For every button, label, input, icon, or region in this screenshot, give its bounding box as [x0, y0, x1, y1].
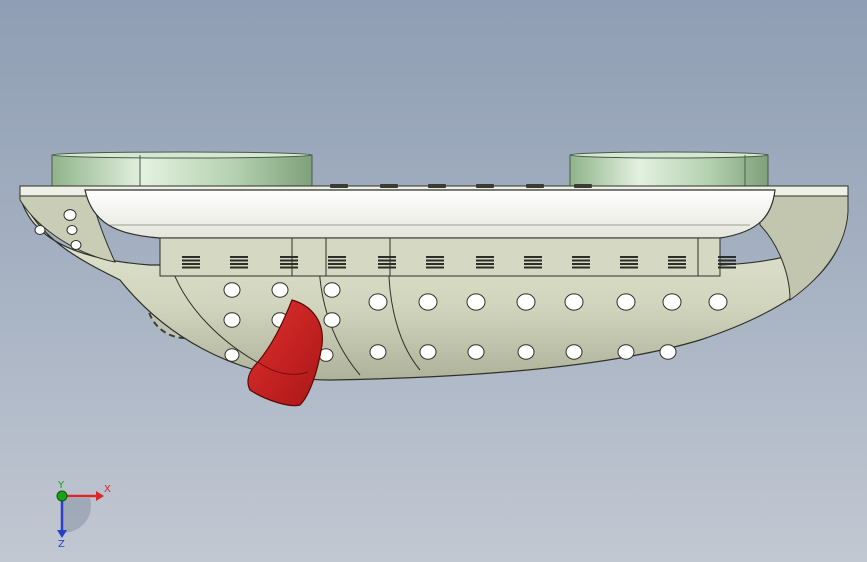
top-vent-slot [428, 184, 446, 188]
band-vent-slot [718, 263, 736, 265]
band-vent-slot [426, 256, 444, 258]
band-vent-slot [668, 259, 686, 262]
perforation-hole [659, 344, 677, 360]
band-vent-slot [328, 259, 346, 262]
band-vent-slot [718, 266, 736, 269]
perforation-hole [223, 282, 241, 298]
band-vent-slot [280, 259, 298, 262]
z-axis-arrowhead [57, 530, 67, 538]
perforation-hole [662, 293, 682, 311]
band-vent-slot [328, 266, 346, 269]
y-axis-dot [56, 490, 68, 502]
band-vent-slot [572, 259, 590, 262]
y-axis-label: Y [57, 480, 65, 491]
perforation-hole [66, 225, 78, 235]
band-vent-slot [524, 256, 542, 258]
band-vent-slot [620, 259, 638, 262]
top-vent-slot [330, 184, 348, 188]
coordinate-triad: X Y Z [56, 480, 111, 548]
band-vent-slot [718, 259, 736, 262]
band-vent-slot [476, 256, 494, 258]
band-vent-slot [280, 266, 298, 269]
band-vent-slot [668, 263, 686, 265]
band-vent-slot [426, 263, 444, 265]
band-vent-slot [524, 259, 542, 262]
band-vent-slot [718, 256, 736, 258]
perforation-hole [323, 282, 341, 298]
perforation-hole [271, 282, 289, 298]
top-vent-slot [380, 184, 398, 188]
band-vent-slot [426, 259, 444, 262]
perforation-hole [565, 344, 583, 360]
band-vent-slot [620, 263, 638, 265]
band-vent-slot [476, 263, 494, 265]
band-vent-slot [182, 256, 200, 258]
x-axis-label: X [104, 484, 111, 495]
perforation-hole [516, 293, 536, 311]
band-vent-slot [524, 266, 542, 269]
band-vent-slot [620, 266, 638, 269]
perforation-hole [616, 293, 636, 311]
perforation-hole [617, 344, 635, 360]
band-vent-slot [572, 263, 590, 265]
band-vent-slot [378, 266, 396, 269]
perforation-hole [708, 293, 728, 311]
cad-viewport[interactable]: X Y Z [0, 0, 867, 562]
perforation-hole [323, 312, 341, 328]
top-plate[interactable] [19, 185, 849, 239]
perforation-hole [63, 209, 77, 221]
perforation-hole [466, 293, 486, 311]
band-vent-slot [426, 266, 444, 269]
perforation-hole [418, 293, 438, 311]
band-vent-slot [378, 256, 396, 258]
band-vent-slot [328, 263, 346, 265]
band-vent-slot [476, 266, 494, 269]
band-vent-slot [668, 256, 686, 258]
band-vent-slot [230, 259, 248, 262]
z-axis-label: Z [58, 539, 65, 548]
perforation-hole [70, 240, 82, 250]
x-axis-arrowhead [96, 491, 104, 501]
perforation-hole [368, 293, 388, 311]
band-vent-slot [280, 263, 298, 265]
perforation-hole [369, 344, 387, 360]
perforation-hole [419, 344, 437, 360]
top-vent-slot [476, 184, 494, 188]
band-vent-slot [378, 263, 396, 265]
band-vent-slot [328, 256, 346, 258]
3d-model-view[interactable] [0, 0, 867, 562]
band-vent-slot [572, 266, 590, 269]
band-vent-slot [182, 259, 200, 262]
band-vent-slot [230, 266, 248, 269]
band-vent-slot [230, 256, 248, 258]
band-vent-slot [572, 256, 590, 258]
top-vent-slot [526, 184, 544, 188]
band-vent-slot [668, 266, 686, 269]
band-vent-slot [230, 263, 248, 265]
band-vent-slot [280, 256, 298, 258]
perforation-hole [34, 225, 46, 235]
band-vent-slot [182, 263, 200, 265]
top-vent-slot [574, 184, 592, 188]
perforation-hole [564, 293, 584, 311]
perforation-hole [224, 348, 240, 362]
band-vent-slot [476, 259, 494, 262]
band-vent-slot [620, 256, 638, 258]
perforation-hole [467, 344, 485, 360]
band-vent-slot [182, 266, 200, 269]
perforation-hole [223, 312, 241, 328]
band-vent-slot [524, 263, 542, 265]
triad-shadow [62, 498, 91, 533]
perforation-hole [517, 344, 535, 360]
band-vent-slot [378, 259, 396, 262]
